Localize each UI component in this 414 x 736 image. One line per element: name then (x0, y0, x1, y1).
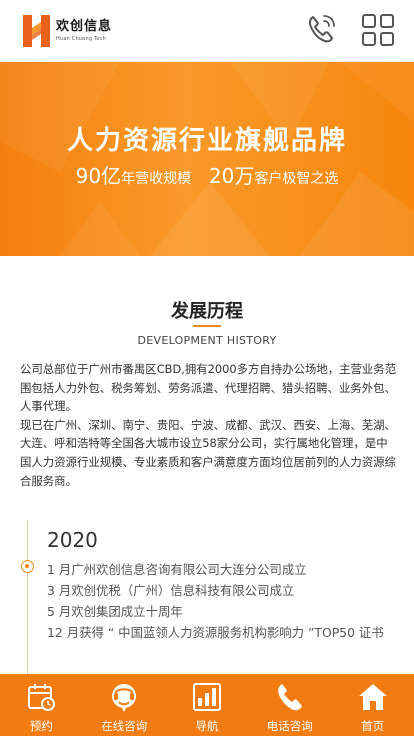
nav-item-navigation[interactable]: 导航 (166, 674, 249, 736)
timeline-item: 5 月欢创集团成立十周年 (47, 604, 183, 619)
timeline-item: 3 月欢创优税（广州）信息科技有限公司成立 (47, 583, 295, 598)
company-intro: 公司总部位于广州市番禺区CBD,拥有2000多方自持办公场地，主营业务范围包括人… (20, 360, 398, 490)
nav-label: 在线咨询 (101, 719, 148, 733)
phone-icon (277, 684, 302, 711)
stat-clients-label: 客户极智之选 (254, 171, 339, 187)
nav-item-phone-consult[interactable]: 电话咨询 (248, 674, 331, 736)
timeline-line (27, 520, 28, 680)
logo-mark-icon (23, 15, 50, 47)
section-subtitle: DEVELOPMENT HISTORY (137, 334, 277, 347)
logo[interactable]: 欢创信息 Huan Chuang Tech (22, 14, 112, 48)
stat-revenue-label: 年营收规模 (121, 171, 192, 187)
nav-item-online-consult[interactable]: 在线咨询 (83, 674, 166, 736)
banner-stats: 90亿年营收规模 20万客户极智之选 (0, 160, 414, 189)
timeline-item: 12 月获得 “ 中国蓝领人力资源服务机构影响力 ”TOP50 证书 (47, 625, 384, 640)
navigation-icon (192, 683, 221, 711)
section-title: 发展历程 (171, 301, 243, 322)
intro-paragraph: 公司总部位于广州市番禺区CBD,拥有2000多方自持办公场地，主营业务范围包括人… (20, 362, 397, 414)
hero-banner: 人力资源行业旗舰品牌 90亿年营收规模 20万客户极智之选 (0, 62, 414, 256)
banner-background (0, 62, 414, 256)
top-header: 欢创信息 Huan Chuang Tech (0, 0, 414, 62)
logo-english-name: Huan Chuang Tech (56, 36, 106, 42)
section-divider (193, 325, 221, 327)
timeline-dot-icon (21, 560, 34, 573)
nav-item-appointment[interactable]: 预约 (0, 674, 83, 736)
intro-paragraph: 现已在广州、深圳、南宁、贵阳、宁波、成都、武汉、西安、上海、芜湖、大连、呼和浩特… (20, 417, 396, 488)
nav-item-home[interactable]: 首页 (331, 674, 414, 736)
nav-label: 首页 (361, 719, 385, 733)
logo-name: 欢创信息 (56, 19, 113, 34)
timeline-item: 1 月广州欢创信息咨询有限公司大连分公司成立 (47, 562, 307, 577)
grid-menu-icon[interactable] (360, 12, 396, 48)
nav-label: 预约 (29, 719, 53, 733)
nav-label: 导航 (195, 719, 219, 733)
stat-clients-number: 20万 (208, 164, 255, 188)
banner-title: 人力资源行业旗舰品牌 (66, 126, 347, 156)
home-icon (358, 684, 387, 710)
timeline-list: 1 月广州欢创信息咨询有限公司大连分公司成立 3 月欢创优税（广州）信息科技有限… (47, 559, 407, 643)
bottom-nav: 预约 在线咨询 导航 电话咨询 首页 (0, 674, 414, 736)
chat-icon (112, 684, 137, 712)
stat-revenue-number: 90亿 (75, 164, 122, 188)
phone-icon[interactable] (304, 12, 338, 46)
timeline-year: 2020 (47, 528, 98, 552)
calendar-icon (28, 684, 56, 711)
nav-label: 电话咨询 (266, 719, 313, 733)
